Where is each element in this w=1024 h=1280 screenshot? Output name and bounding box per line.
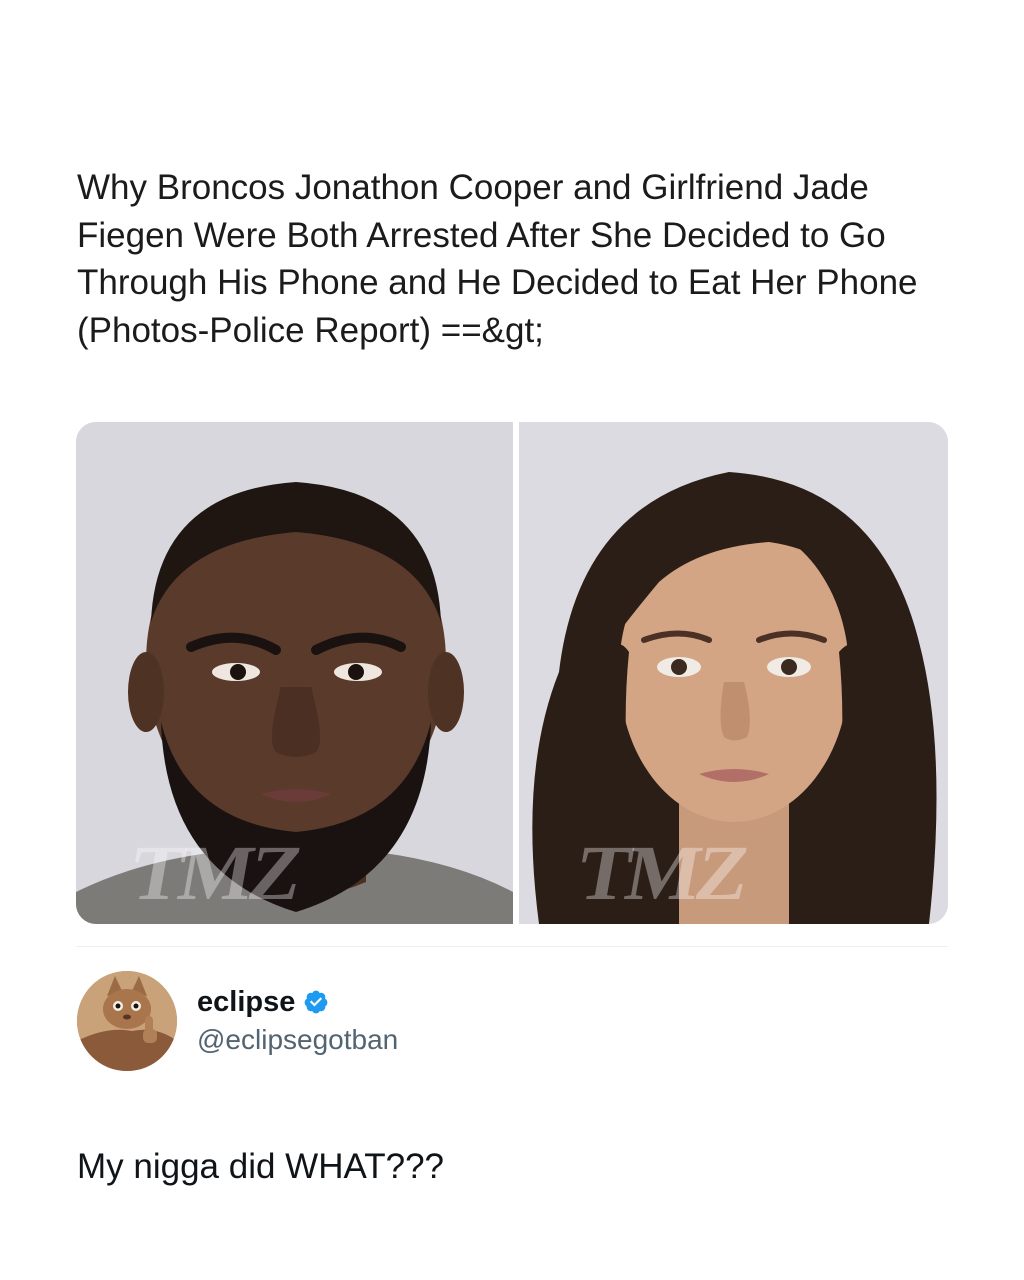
mugshot-gallery[interactable]: TMZ TMZ — [76, 422, 948, 924]
tmz-watermark-left: TMZ — [124, 829, 306, 916]
cat-avatar-image — [77, 971, 177, 1071]
card-divider — [76, 946, 948, 947]
tweet-text: My nigga did WHAT??? — [77, 1147, 445, 1186]
avatar[interactable] — [77, 971, 177, 1071]
display-name[interactable]: eclipse — [197, 983, 295, 1021]
display-name-row: eclipse — [197, 983, 398, 1021]
author-handle[interactable]: @eclipsegotban — [197, 1021, 398, 1059]
author-names: eclipse @eclipsegotban — [197, 983, 398, 1059]
tweet-author: eclipse @eclipsegotban — [77, 970, 398, 1072]
mugshot-photo-right[interactable]: TMZ — [519, 422, 948, 924]
article-headline[interactable]: Why Broncos Jonathon Cooper and Girlfrie… — [77, 164, 957, 354]
mugshot-photo-left[interactable]: TMZ — [76, 422, 513, 924]
tmz-watermark-right: TMZ — [571, 829, 753, 916]
verified-badge-icon — [304, 990, 328, 1014]
